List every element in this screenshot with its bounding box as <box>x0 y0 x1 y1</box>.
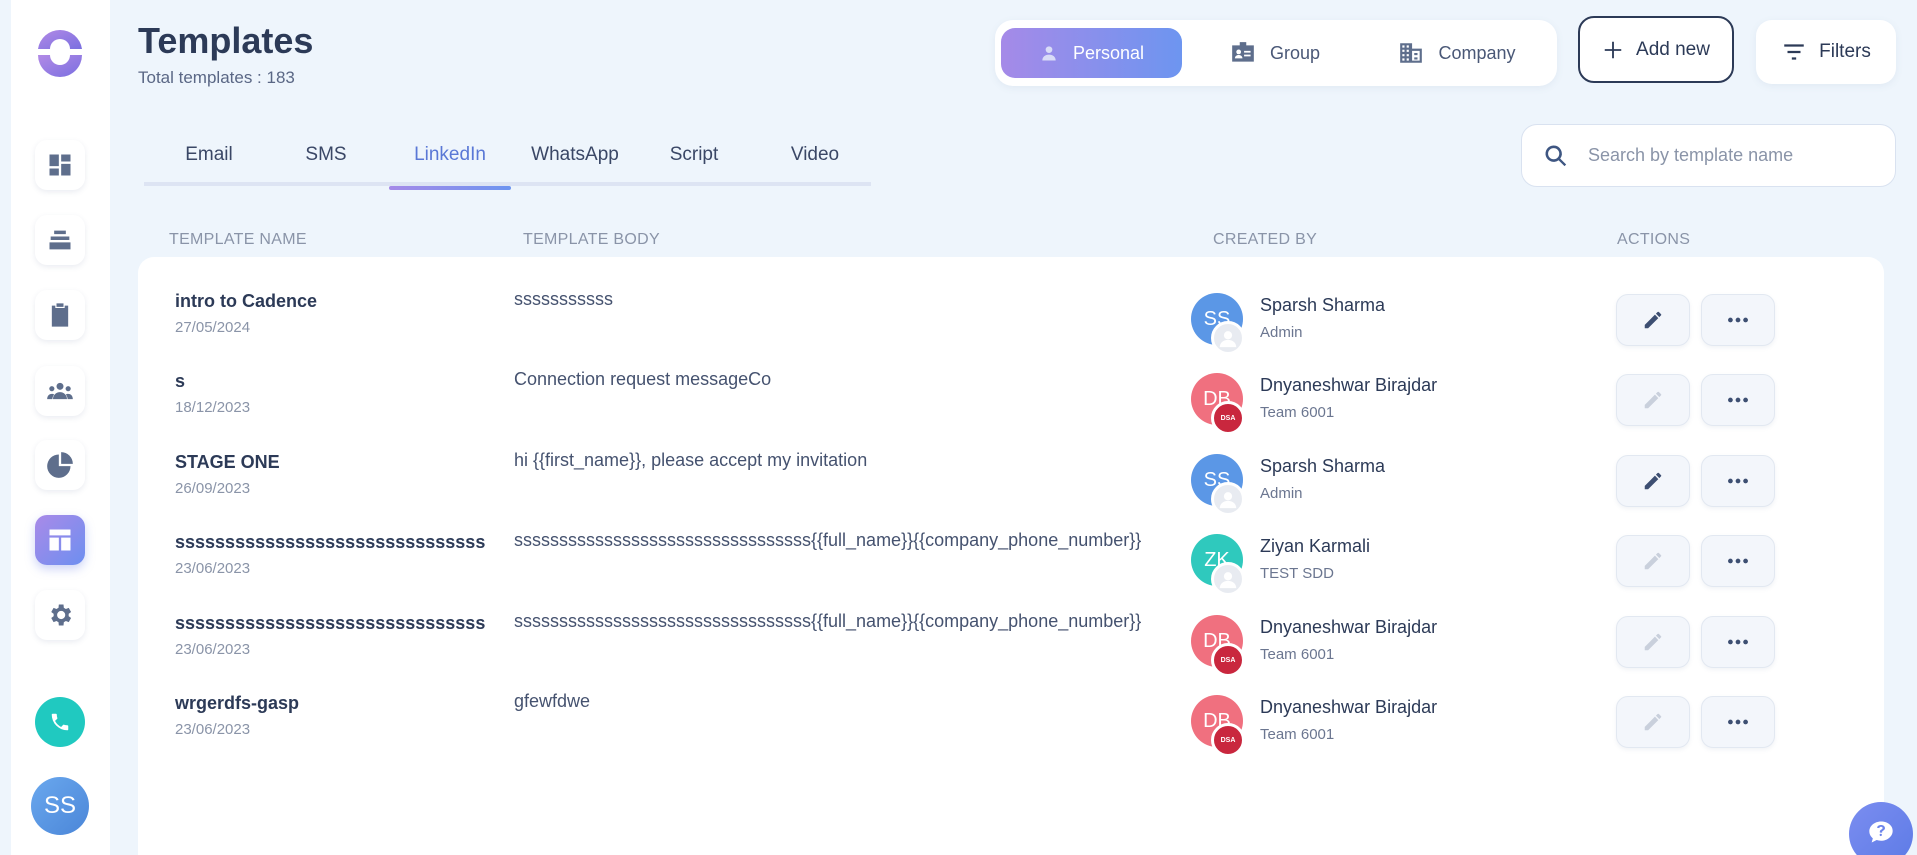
column-header-created-by: CREATED BY <box>1213 231 1318 248</box>
template-date: 27/05/2024 <box>175 319 251 336</box>
pencil-icon <box>1644 713 1662 731</box>
tab-sms[interactable]: SMS <box>266 136 386 186</box>
template-body: sssssssssss <box>514 289 613 309</box>
template-name[interactable]: wrgerdfs-gasp <box>175 693 299 714</box>
filters-label: Filters <box>1819 41 1871 62</box>
pencil-icon <box>1644 633 1662 651</box>
pencil-icon <box>1644 391 1662 409</box>
call-button[interactable] <box>35 697 85 747</box>
sidebar-item-templates[interactable] <box>35 515 85 565</box>
more-horizontal-icon <box>1728 719 1748 725</box>
total-templates-count: Total templates : 183 <box>138 68 295 87</box>
template-name[interactable]: sssssssssssssssssssssssssssssss <box>175 532 485 553</box>
more-horizontal-icon <box>1728 397 1748 403</box>
view-toggle: Personal Group Company <box>995 20 1557 86</box>
sidebar-item-dashboard[interactable] <box>35 140 85 190</box>
filter-icon <box>1784 44 1804 60</box>
team-logo-icon: DSA <box>1220 736 1236 744</box>
template-body: hi {{first_name}}, please accept my invi… <box>514 450 868 470</box>
toggle-group-label: Group <box>1269 42 1321 63</box>
add-new-button[interactable]: Add new <box>1578 16 1734 83</box>
plus-icon <box>1604 41 1622 58</box>
templates-icon <box>49 529 71 551</box>
template-date: 23/06/2023 <box>175 641 251 658</box>
template-date: 23/06/2023 <box>175 721 251 738</box>
tab-script[interactable]: Script <box>634 136 754 186</box>
template-name[interactable]: sssssssssssssssssssssssssssssss (900... <box>175 613 485 634</box>
creator-name: Dnyaneshwar Birajdar <box>1260 697 1438 717</box>
add-new-label: Add new <box>1636 38 1710 60</box>
template-date: 18/12/2023 <box>175 399 251 416</box>
search-box <box>1521 124 1896 187</box>
tab-video[interactable]: Video <box>755 136 875 186</box>
page-title: Templates <box>138 20 314 61</box>
dashboard-icon <box>49 154 71 176</box>
tab-whatsapp[interactable]: WhatsApp <box>514 136 636 186</box>
app-logo-icon[interactable] <box>35 27 85 77</box>
column-header-template-body: TEMPLATE BODY <box>523 231 660 248</box>
people-icon <box>47 382 73 400</box>
sidebar-item-people[interactable] <box>35 366 85 416</box>
template-body: sssssssssssssssssssssssssssssssss{{full_… <box>514 530 1142 550</box>
table-row[interactable]: wrgerdfs-gasp 23/06/2023 gfewfdwe DB DSA Dnya… <box>138 659 1884 757</box>
id-card-icon <box>1232 42 1254 62</box>
template-body: gfewfdwe <box>514 691 591 711</box>
search-input[interactable] <box>1588 145 1868 166</box>
column-header-template-name: TEMPLATE NAME <box>169 231 307 248</box>
creator-name: Dnyaneshwar Birajdar <box>1260 617 1438 637</box>
template-type-tabs: Email SMS LinkedIn WhatsApp Script Video <box>144 136 871 190</box>
sidebar-item-reports[interactable] <box>35 440 85 490</box>
template-name[interactable]: s <box>175 371 185 392</box>
sidebar: SS <box>11 0 110 855</box>
template-body: Connection request messageCo <box>514 369 772 389</box>
pencil-icon <box>1644 472 1662 490</box>
tab-linkedin[interactable]: LinkedIn <box>389 136 511 190</box>
column-header-actions: ACTIONS <box>1617 231 1691 248</box>
sidebar-item-cadences[interactable] <box>35 215 85 265</box>
tab-email[interactable]: Email <box>144 136 274 186</box>
creator-badge: DSA <box>1211 723 1245 757</box>
creator-name: Dnyaneshwar Birajdar <box>1260 375 1438 395</box>
creator-name: Ziyan Karmali <box>1260 536 1371 556</box>
search-icon <box>1545 145 1567 166</box>
pie-chart-icon <box>47 452 73 478</box>
more-options-button[interactable] <box>1701 696 1775 748</box>
pencil-icon <box>1644 552 1662 570</box>
toggle-personal[interactable]: Personal <box>1001 28 1182 78</box>
layers-icon <box>49 230 71 250</box>
chat-icon <box>1869 821 1893 843</box>
template-name[interactable]: intro to Cadence <box>175 291 317 312</box>
toggle-company[interactable]: Company <box>1367 28 1547 78</box>
edit-button[interactable] <box>1616 696 1690 748</box>
template-body: sssssssssssssssssssssssssssssssss{{full_… <box>514 611 1142 631</box>
clipboard-icon <box>51 303 69 327</box>
template-date: 23/06/2023 <box>175 560 251 577</box>
toggle-group[interactable]: Group <box>1195 28 1355 78</box>
sidebar-item-tasks[interactable] <box>35 290 85 340</box>
more-horizontal-icon <box>1728 639 1748 645</box>
creator-name: Sparsh Sharma <box>1260 295 1386 315</box>
template-date: 26/09/2023 <box>175 480 251 497</box>
building-icon <box>1400 43 1423 63</box>
person-icon <box>1042 46 1056 61</box>
phone-icon <box>51 713 69 731</box>
sidebar-item-settings[interactable] <box>35 590 85 640</box>
template-name[interactable]: STAGE ONE <box>175 452 280 473</box>
user-avatar[interactable]: SS <box>31 777 89 835</box>
creator-role: Team 6001 <box>1260 726 1335 743</box>
creator-avatar-group: DB DSA <box>1191 695 1247 757</box>
toggle-company-label: Company <box>1438 42 1516 63</box>
pencil-icon <box>1644 311 1662 329</box>
creator-name: Sparsh Sharma <box>1260 456 1386 476</box>
settings-icon <box>51 604 72 626</box>
filters-button[interactable]: Filters <box>1756 20 1896 84</box>
templates-table: intro to Cadence 27/05/2024 sssssssssss SS S… <box>138 257 1884 855</box>
help-chat-button[interactable] <box>1849 802 1913 855</box>
more-horizontal-icon <box>1728 558 1748 564</box>
more-horizontal-icon <box>1728 317 1748 323</box>
toggle-personal-label: Personal <box>1072 42 1145 63</box>
more-horizontal-icon <box>1728 478 1748 484</box>
